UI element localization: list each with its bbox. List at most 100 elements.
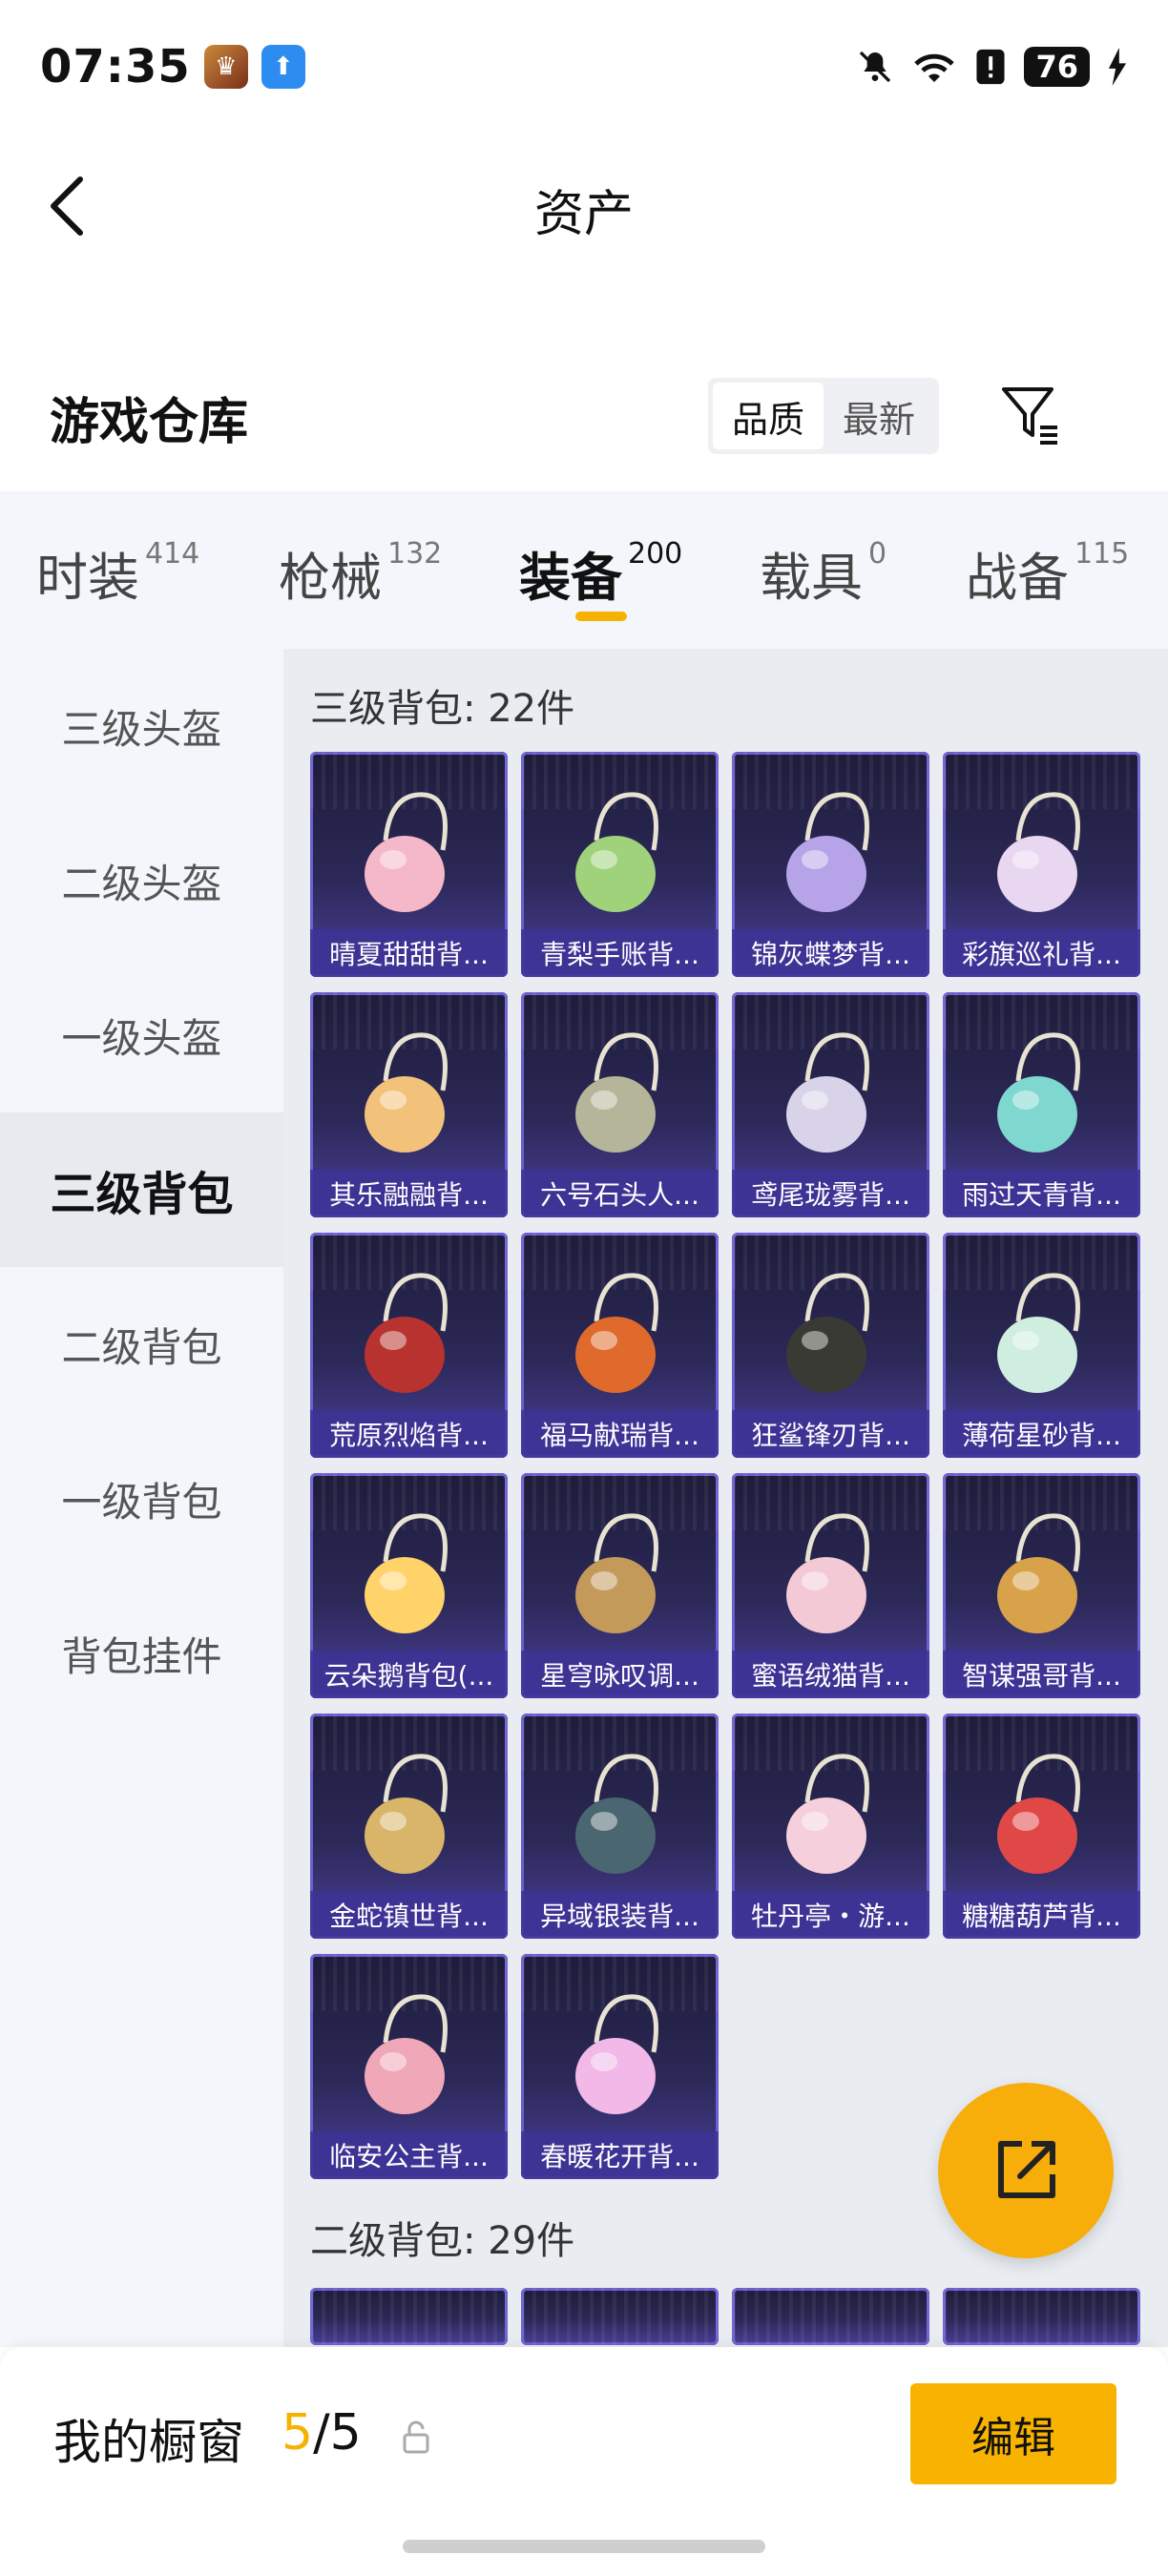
home-indicator: [403, 2540, 765, 2553]
backpack-icon: [996, 792, 1080, 912]
backpack-icon: [785, 1032, 869, 1153]
edit-button[interactable]: 编辑: [910, 2383, 1116, 2484]
tab-label: 载具: [760, 548, 863, 608]
item-card[interactable]: [943, 2288, 1140, 2345]
backpack-icon: [785, 1754, 869, 1874]
backpack-icon: [364, 1994, 448, 2114]
item-name: 薄荷星砂背...: [943, 1410, 1140, 1458]
backpack-icon: [996, 1754, 1080, 1874]
showcase-total: /5: [313, 2404, 362, 2462]
item-card[interactable]: [732, 2288, 929, 2345]
item-card[interactable]: 雨过天青背...: [943, 992, 1140, 1217]
item-name: 锦灰蝶梦背...: [732, 929, 929, 977]
item-card[interactable]: 金蛇镇世背...: [310, 1714, 508, 1939]
tab-count: 132: [387, 537, 443, 571]
upload-icon: ⬆: [261, 45, 305, 89]
backpack-icon: [996, 1273, 1080, 1393]
sort-toggle: 品质 最新: [708, 378, 939, 454]
item-card[interactable]: 云朵鹅背包(...: [310, 1473, 508, 1698]
backpack-icon: [785, 1273, 869, 1393]
backpack-icon: [996, 1513, 1080, 1633]
alert-icon: [976, 49, 1006, 85]
backpack-icon: [364, 1273, 448, 1393]
item-card[interactable]: 其乐融融背...: [310, 992, 508, 1217]
item-name: 金蛇镇世背...: [310, 1891, 508, 1939]
backpack-icon: [364, 1513, 448, 1633]
tab-fashion[interactable]: 时装 414: [36, 535, 199, 611]
item-card[interactable]: [310, 2288, 508, 2345]
item-name: 牡丹亭・游...: [732, 1891, 929, 1939]
backpack-icon: [574, 1994, 658, 2114]
share-icon: [998, 2141, 1055, 2198]
wifi-icon: [914, 53, 955, 82]
item-card[interactable]: [521, 2288, 719, 2345]
backpack-icon: [364, 792, 448, 912]
sidebar-item-level3-helmet[interactable]: 三级头盔: [0, 649, 283, 803]
active-tab-indicator: [575, 612, 627, 621]
app-header: 资产: [0, 134, 1168, 277]
filter-icon[interactable]: [998, 382, 1065, 448]
item-card[interactable]: 蜜语绒猫背...: [732, 1473, 929, 1698]
item-card[interactable]: 青梨手账背...: [521, 752, 719, 977]
item-name: 临安公主背...: [310, 2131, 508, 2179]
backpack-icon: [785, 1513, 869, 1633]
warehouse-bar: 游戏仓库 品质 最新: [0, 353, 1168, 477]
item-card[interactable]: 异域银装背...: [521, 1714, 719, 1939]
sidebar-item-level1-helmet[interactable]: 一级头盔: [0, 958, 283, 1112]
backpack-icon: [574, 792, 658, 912]
item-name: 六号石头人...: [521, 1170, 719, 1217]
item-card[interactable]: 临安公主背...: [310, 1954, 508, 2179]
category-tabs: 时装 414 枪械 132 装备 200 载具 0 战备 115: [0, 491, 1168, 649]
item-name: 福马献瑞背...: [521, 1410, 719, 1458]
item-card[interactable]: 福马献瑞背...: [521, 1233, 719, 1458]
item-name: 蜜语绒猫背...: [732, 1651, 929, 1698]
item-name: 荒原烈焰背...: [310, 1410, 508, 1458]
item-card[interactable]: 六号石头人...: [521, 992, 719, 1217]
item-card[interactable]: 春暖花开背...: [521, 1954, 719, 2179]
sidebar-item-backpack-charm[interactable]: 背包挂件: [0, 1576, 283, 1731]
sidebar-item-level3-backpack[interactable]: 三级背包: [0, 1112, 283, 1267]
backpack-icon: [574, 1273, 658, 1393]
sidebar-item-level1-backpack[interactable]: 一级背包: [0, 1422, 283, 1576]
item-name: 鸢尾珑雾背...: [732, 1170, 929, 1217]
share-button[interactable]: [938, 2083, 1114, 2258]
backpack-icon: [996, 1032, 1080, 1153]
tab-vehicles[interactable]: 载具 0: [760, 535, 886, 611]
item-card[interactable]: 锦灰蝶梦背...: [732, 752, 929, 977]
item-name: 晴夏甜甜背...: [310, 929, 508, 977]
item-card[interactable]: 彩旗巡礼背...: [943, 752, 1140, 977]
backpack-icon: [574, 1513, 658, 1633]
item-name: 糖糖葫芦背...: [943, 1891, 1140, 1939]
backpack-icon: [785, 792, 869, 912]
sort-latest-button[interactable]: 最新: [824, 383, 934, 449]
item-name: 智谋强哥背...: [943, 1651, 1140, 1698]
tab-count: 200: [628, 537, 683, 571]
charging-icon: [1108, 48, 1127, 86]
item-card[interactable]: 牡丹亭・游...: [732, 1714, 929, 1939]
tab-equipment[interactable]: 装备 200: [519, 535, 682, 611]
item-card[interactable]: 糖糖葫芦背...: [943, 1714, 1140, 1939]
tab-count: 115: [1074, 537, 1130, 571]
tab-label: 枪械: [279, 548, 382, 608]
battery-indicator: 76: [1024, 47, 1090, 87]
tab-firearms[interactable]: 枪械 132: [279, 535, 442, 611]
item-card[interactable]: 智谋强哥背...: [943, 1473, 1140, 1698]
item-card[interactable]: 晴夏甜甜背...: [310, 752, 508, 977]
item-card[interactable]: 薄荷星砂背...: [943, 1233, 1140, 1458]
warehouse-title: 游戏仓库: [50, 394, 249, 451]
item-card[interactable]: 鸢尾珑雾背...: [732, 992, 929, 1217]
mute-icon: [860, 51, 891, 83]
lock-icon: [403, 2420, 429, 2454]
tab-label: 战备: [966, 548, 1069, 608]
tab-count: 414: [145, 537, 200, 571]
status-icons: 76: [856, 47, 1128, 87]
item-card[interactable]: 荒原烈焰背...: [310, 1233, 508, 1458]
item-card[interactable]: 狂鲨锋刃背...: [732, 1233, 929, 1458]
item-name: 春暖花开背...: [521, 2131, 719, 2179]
sort-quality-button[interactable]: 品质: [713, 383, 824, 449]
backpack-icon: [574, 1032, 658, 1153]
sidebar-item-level2-helmet[interactable]: 二级头盔: [0, 803, 283, 958]
tab-combat-gear[interactable]: 战备 115: [966, 535, 1129, 611]
item-card[interactable]: 星穹咏叹调...: [521, 1473, 719, 1698]
sidebar-item-level2-backpack[interactable]: 二级背包: [0, 1267, 283, 1422]
